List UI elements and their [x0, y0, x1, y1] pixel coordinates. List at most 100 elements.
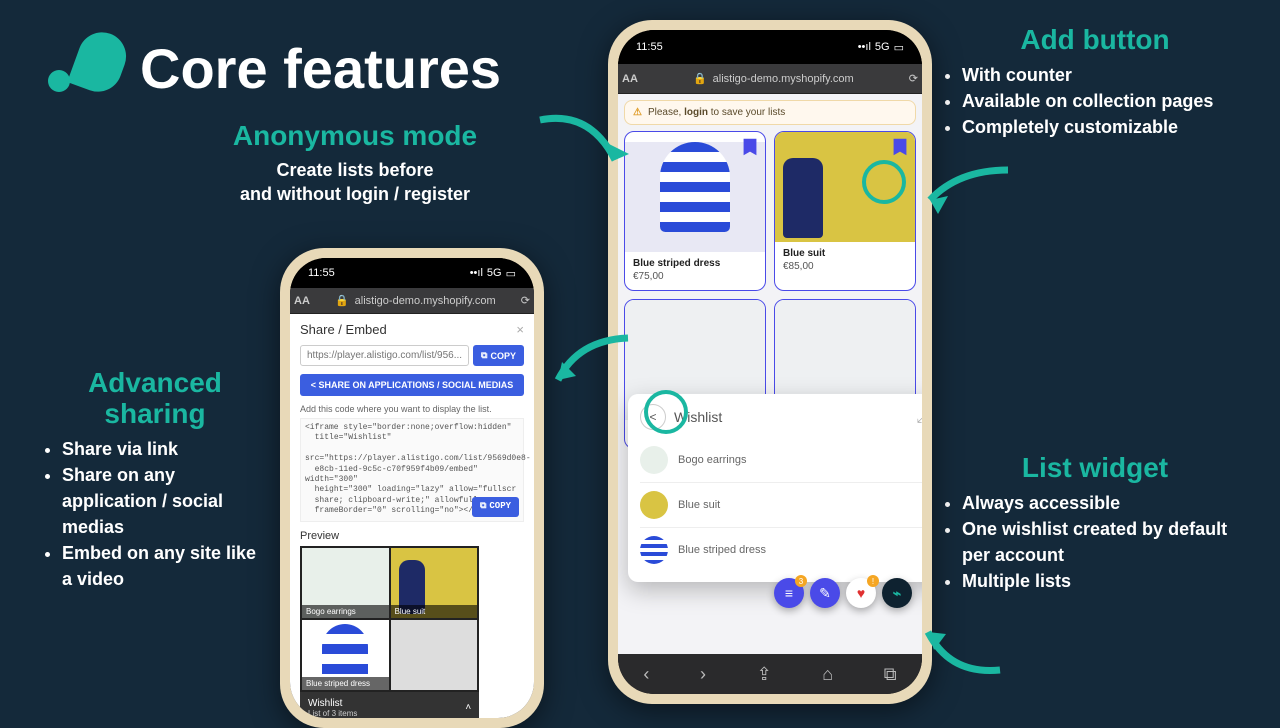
wishlist-item[interactable]: Blue suit	[640, 482, 922, 527]
banner-login-link[interactable]: login	[684, 107, 708, 118]
feature-list-widget-title: List widget	[940, 452, 1250, 484]
preview-caption: Blue striped dress	[302, 677, 389, 690]
fab-brand[interactable]: ⌁	[882, 578, 912, 608]
fab-edit[interactable]: ✎	[810, 578, 840, 608]
feature-sharing-list: Share via link Share on any application …	[40, 436, 270, 593]
wishlist-item[interactable]: Bogo earrings	[640, 438, 922, 482]
product-name: Blue striped dress	[633, 258, 757, 269]
url-text: alistigo-demo.myshopify.com	[713, 73, 854, 85]
embed-hint: Add this code where you want to display …	[300, 404, 524, 414]
share-link-input[interactable]	[300, 345, 469, 366]
wishlist-item-label: Blue suit	[678, 499, 720, 511]
feature-anonymous: Anonymous mode Create lists before and w…	[190, 120, 520, 207]
feature-add-button: Add button With counter Available on col…	[940, 24, 1250, 140]
preview-item[interactable]: Blue striped dress	[302, 620, 389, 690]
list-item: Multiple lists	[962, 568, 1250, 594]
expand-icon[interactable]: ⤢	[917, 409, 922, 426]
reload-icon[interactable]: ⟳	[521, 294, 534, 307]
feature-sharing-title-1: Advanced	[88, 367, 222, 398]
status-signal: 5G	[487, 267, 502, 279]
copy-link-button[interactable]: ⧉COPY	[473, 345, 524, 366]
list-item: Completely customizable	[962, 114, 1250, 140]
preview-footer-sub: List of 3 items	[308, 709, 357, 718]
product-name: Blue suit	[783, 248, 907, 259]
battery-icon: ▭	[506, 267, 516, 280]
copy-icon: ⧉	[481, 350, 487, 361]
product-price: €85,00	[783, 261, 907, 272]
feature-anonymous-sub2: and without login / register	[190, 182, 520, 206]
banner-text: to save your lists	[708, 107, 785, 118]
banner-text: Please,	[648, 107, 684, 118]
signal-icon: ••ıl	[858, 41, 871, 53]
bookmarks-icon[interactable]: ⌂	[822, 664, 833, 685]
login-banner: ⚠ Please, login to save your lists	[624, 100, 916, 125]
chevron-up-icon[interactable]: ˄	[465, 702, 471, 713]
feature-list-widget: List widget Always accessible One wishli…	[940, 452, 1250, 594]
copy-icon: ⧉	[480, 501, 486, 513]
feature-list-widget-list: Always accessible One wishlist created b…	[940, 490, 1250, 594]
signal-icon: ••ıl	[470, 267, 483, 279]
share-social-button[interactable]: < SHARE ON APPLICATIONS / SOCIAL MEDIAS	[300, 374, 524, 396]
wishlist-ribbon-icon[interactable]	[889, 136, 911, 158]
phone-store: 11:55 ••ıl 5G ▭ AA 🔒 alistigo-demo.mysho…	[608, 20, 932, 704]
warning-icon: ⚠	[633, 107, 642, 118]
list-item: Share on any application / social medias	[62, 462, 270, 540]
battery-icon: ▭	[894, 41, 904, 54]
preview-footer[interactable]: Wishlist List of 3 items ˄	[300, 692, 479, 718]
url-bar[interactable]: AA 🔒 alistigo-demo.myshopify.com ⟳	[618, 64, 922, 94]
url-text: alistigo-demo.myshopify.com	[355, 295, 496, 307]
wishlist-item-label: Bogo earrings	[678, 454, 747, 466]
preview-label: Preview	[300, 530, 524, 542]
arrow-list-widget	[920, 620, 1010, 690]
list-item: Available on collection pages	[962, 88, 1250, 114]
list-item: With counter	[962, 62, 1250, 88]
safari-toolbar: ‹ › ⇪ ⌂ ⧉	[618, 654, 922, 694]
product-card[interactable]: Blue striped dress €75,00	[624, 131, 766, 291]
preview-item-empty	[391, 620, 478, 690]
phone-share: 11:55 ••ıl 5G ▭ AA 🔒 alistigo-demo.mysho…	[280, 248, 544, 728]
feature-add-button-list: With counter Available on collection pag…	[940, 62, 1250, 140]
wishlist-title: Wishlist	[674, 409, 722, 425]
list-item: Embed on any site like a video	[62, 540, 270, 592]
preview-grid: Bogo earrings Blue suit Blue striped dre…	[300, 546, 479, 692]
url-bar[interactable]: AA 🔒 alistigo-demo.myshopify.com ⟳	[290, 288, 534, 314]
text-size-icon[interactable]: AA	[290, 295, 310, 307]
feature-anonymous-title: Anonymous mode	[190, 120, 520, 152]
store-content: ⚠ Please, login to save your lists Blue …	[618, 94, 922, 654]
page-title: Core features	[140, 36, 501, 101]
forward-icon[interactable]: ›	[700, 664, 706, 685]
share-content: Share / Embed × ⧉COPY < SHARE ON APPLICA…	[290, 314, 534, 718]
wishlist-ribbon-icon[interactable]	[739, 136, 761, 158]
share-icon[interactable]: ⇪	[757, 664, 772, 685]
share-panel-title: Share / Embed ×	[300, 322, 524, 337]
wishlist-popover[interactable]: < Wishlist ⤢ Bogo earrings Blue suit Blu…	[628, 394, 922, 582]
preview-item[interactable]: Blue suit	[391, 548, 478, 618]
tabs-icon[interactable]: ⧉	[884, 664, 897, 685]
lock-icon: 🔒	[335, 294, 349, 307]
list-item: Always accessible	[962, 490, 1250, 516]
fab-add-list[interactable]: ≡3	[774, 578, 804, 608]
back-icon[interactable]: ‹	[643, 664, 649, 685]
embed-code[interactable]: <iframe style="border:none;overflow:hidd…	[300, 418, 524, 522]
brand-logo	[48, 32, 124, 92]
text-size-icon[interactable]: AA	[618, 73, 638, 85]
reload-icon[interactable]: ⟳	[909, 72, 922, 85]
fab-heart[interactable]: ♥!	[846, 578, 876, 608]
preview-footer-title: Wishlist	[308, 698, 342, 709]
copy-code-button[interactable]: ⧉COPY	[472, 497, 519, 517]
product-price: €75,00	[633, 271, 757, 282]
close-icon[interactable]: ×	[516, 322, 524, 337]
list-item: Share via link	[62, 436, 270, 462]
list-item: One wishlist created by default per acco…	[962, 516, 1250, 568]
wishlist-item[interactable]: Blue striped dress	[640, 527, 922, 572]
wishlist-item-label: Blue striped dress	[678, 544, 766, 556]
phone-notch	[362, 258, 462, 276]
feature-anonymous-sub1: Create lists before	[190, 158, 520, 182]
status-signal: 5G	[875, 41, 890, 53]
product-card[interactable]: Blue suit €85,00	[774, 131, 916, 291]
share-icon[interactable]: <	[640, 404, 666, 430]
fab-row: ≡3 ✎ ♥! ⌁	[774, 578, 912, 608]
phone-notch	[710, 30, 830, 52]
feature-add-button-title: Add button	[940, 24, 1250, 56]
preview-item[interactable]: Bogo earrings	[302, 548, 389, 618]
